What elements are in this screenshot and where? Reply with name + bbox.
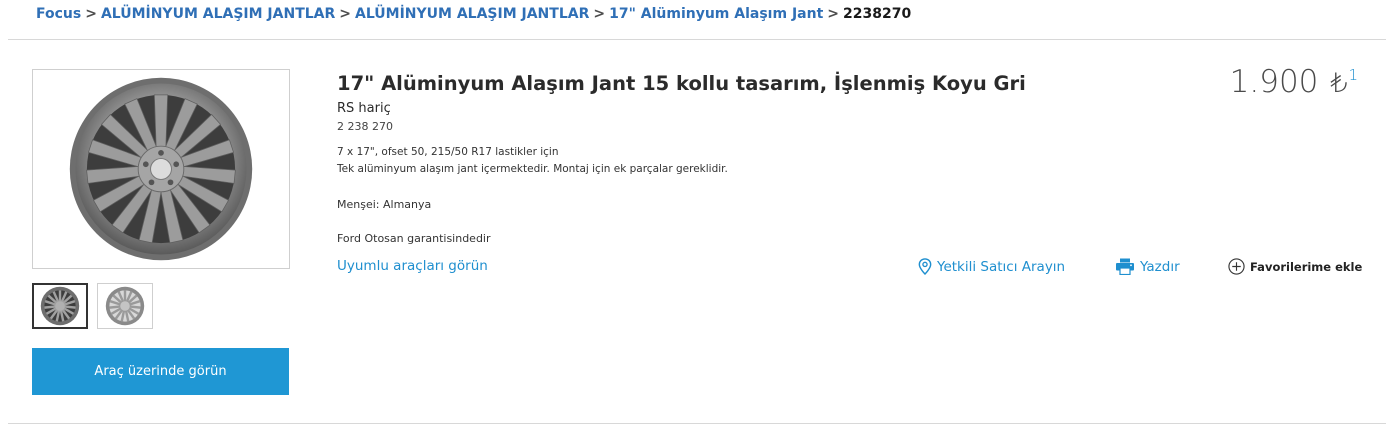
- alloy-wheel-thumbnail-icon: [105, 286, 145, 326]
- breadcrumb-separator: >: [339, 6, 352, 22]
- alloy-wheel-thumbnail-icon: [40, 286, 80, 326]
- breadcrumb-separator: >: [593, 6, 606, 22]
- print-link[interactable]: Yazdır: [1115, 258, 1180, 275]
- breadcrumb-link-alloy-wheels-sub[interactable]: ALÜMİNYUM ALAŞIM JANTLAR: [355, 6, 589, 22]
- price-currency: ₺: [1330, 68, 1348, 99]
- find-dealer-link[interactable]: Yetkili Satıcı Arayın: [918, 258, 1065, 275]
- breadcrumb-link-focus[interactable]: Focus: [36, 6, 81, 22]
- breadcrumb-separator: >: [827, 6, 839, 22]
- origin-text: Menşei: Almanya: [337, 198, 432, 211]
- add-to-favorites-label: Favorilerime ekle: [1250, 259, 1363, 274]
- add-to-favorites-link[interactable]: Favorilerime ekle: [1228, 258, 1362, 275]
- view-on-vehicle-button[interactable]: Araç üzerinde görün: [32, 348, 289, 395]
- thumbnail-1[interactable]: [32, 283, 88, 329]
- price-footnote-link[interactable]: 1: [1348, 66, 1358, 84]
- description-line: 7 x 17", ofset 50, 215/50 R17 lastikler …: [337, 146, 559, 158]
- product-main-image[interactable]: [32, 69, 290, 269]
- breadcrumb: Focus > ALÜMİNYUM ALAŞIM JANTLAR > ALÜMİNYUM…: [36, 6, 911, 22]
- breadcrumb-separator: >: [85, 6, 97, 22]
- breadcrumb-link-17-inch-wheel[interactable]: 17" Alüminyum Alaşım Jant: [609, 6, 823, 22]
- price: 1.900 ₺1: [1230, 64, 1358, 100]
- location-pin-icon: [918, 258, 932, 275]
- description-line: Tek alüminyum alaşım jant içermektedir. …: [337, 163, 728, 175]
- bottom-divider: [8, 423, 1386, 424]
- printer-icon: [1116, 258, 1134, 275]
- product-subtitle: RS hariç: [337, 101, 391, 116]
- compatible-vehicles-link[interactable]: Uyumlu araçları görün: [337, 258, 488, 274]
- product-title: 17" Alüminyum Alaşım Jant 15 kollu tasar…: [337, 72, 1026, 95]
- price-amount: 1.900: [1229, 64, 1319, 100]
- breadcrumb-link-alloy-wheels[interactable]: ALÜMİNYUM ALAŞIM JANTLAR: [101, 6, 335, 22]
- top-divider: [8, 39, 1386, 40]
- part-number: 2 238 270: [337, 120, 393, 133]
- plus-circle-icon: [1228, 258, 1245, 275]
- thumbnail-2[interactable]: [97, 283, 153, 329]
- warranty-text: Ford Otosan garantisindedir: [337, 232, 491, 245]
- alloy-wheel-image: [69, 77, 253, 261]
- breadcrumb-current: 2238270: [843, 6, 912, 22]
- find-dealer-label: Yetkili Satıcı Arayın: [937, 258, 1066, 275]
- print-label: Yazdır: [1140, 258, 1180, 275]
